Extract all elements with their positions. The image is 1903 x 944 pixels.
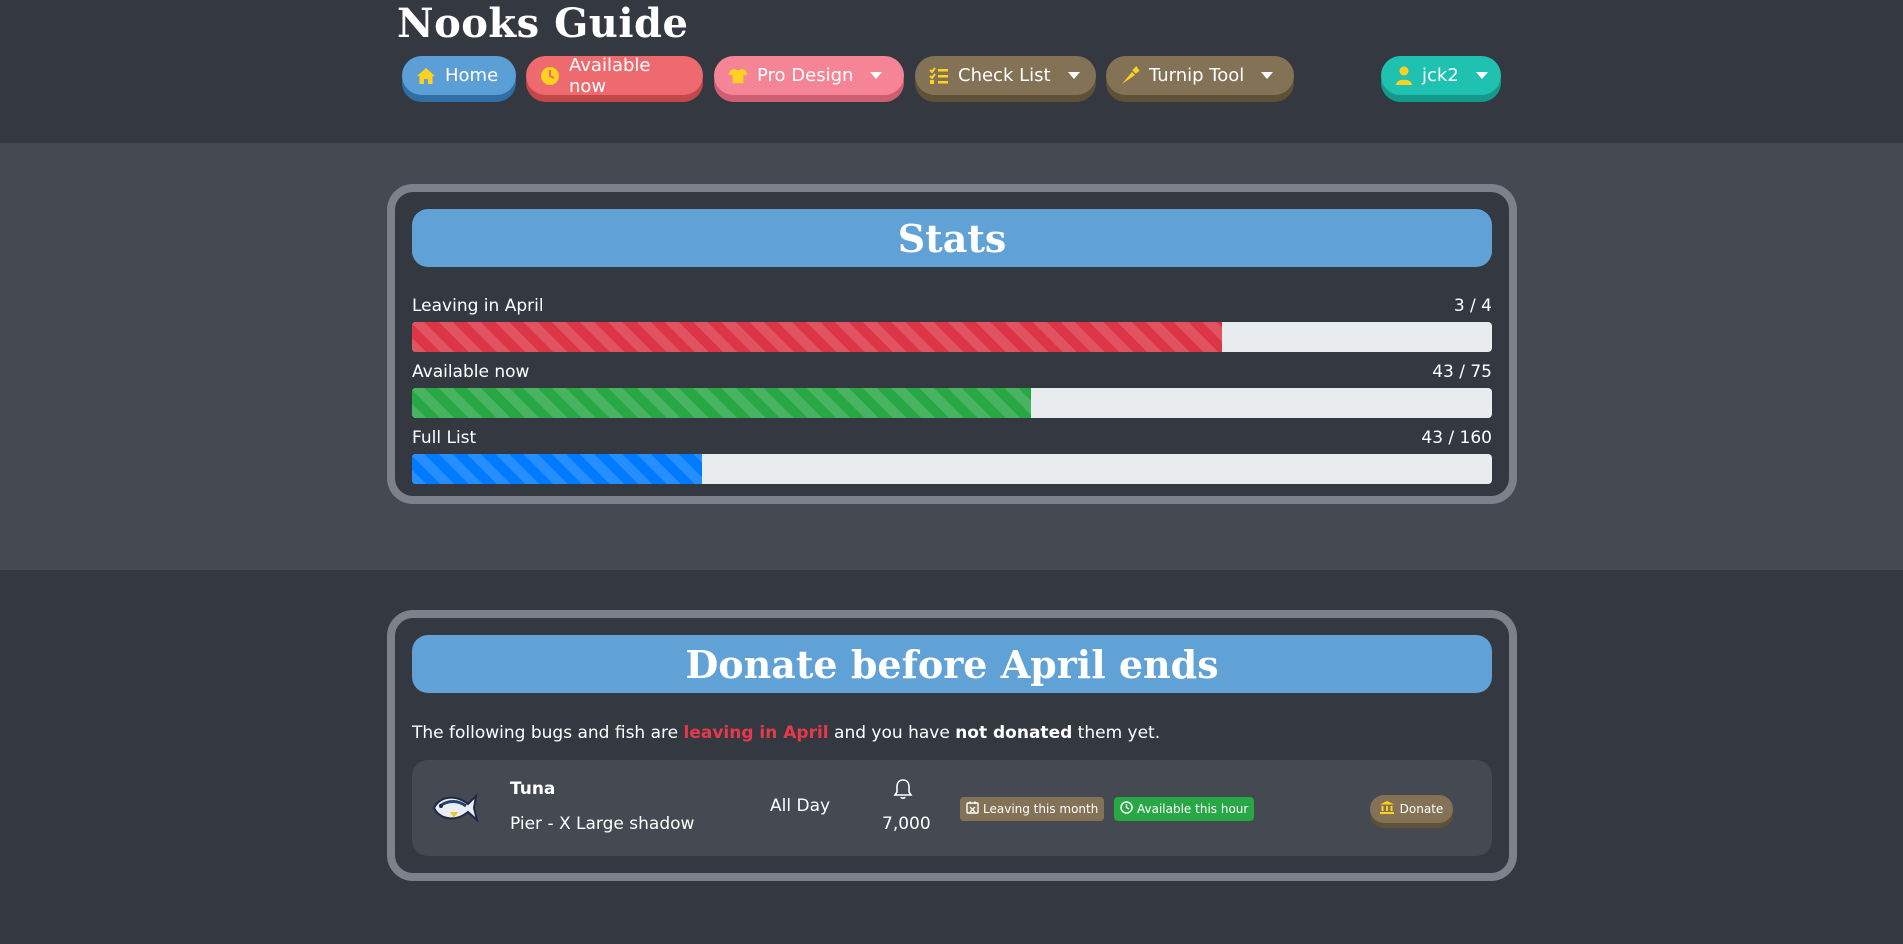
stats-title: Stats (412, 209, 1492, 267)
museum-icon (1379, 800, 1394, 818)
intro-highlight-not-donated: not donated (955, 723, 1073, 743)
nav-available-now-label: Available now (569, 54, 651, 97)
donate-button-label: Donate (1399, 802, 1444, 816)
chevron-down-icon (1067, 72, 1080, 79)
nav-check-list-dropdown[interactable]: Check List (915, 56, 1096, 95)
progress-bar-fill (412, 322, 1222, 352)
intro-text-part: them yet. (1072, 723, 1161, 743)
item-location: Pier - X Large shadow (510, 814, 695, 834)
nav-turnip-tool-dropdown[interactable]: Turnip Tool (1106, 56, 1294, 95)
chevron-down-icon (1475, 72, 1488, 79)
chevron-down-icon (870, 72, 883, 79)
user-menu-dropdown[interactable]: jck2 (1381, 56, 1501, 95)
intro-text-part: The following bugs and fish are (412, 723, 684, 743)
donate-panel: Donate before April ends The following b… (387, 610, 1517, 881)
home-icon (416, 67, 436, 85)
donate-intro-text: The following bugs and fish are leaving … (412, 723, 1160, 743)
intro-text-part: and you have (828, 723, 956, 743)
stats-panel: Stats Leaving in April 3 / 4 Available n… (387, 184, 1517, 504)
nav-pro-design-dropdown[interactable]: Pro Design (714, 56, 904, 95)
item-time: All Day (770, 796, 831, 816)
progress-bar-fill (412, 388, 1032, 418)
progress-bar (412, 454, 1492, 484)
progress-bar-fill (412, 454, 703, 484)
site-brand[interactable]: Nooks Guide (397, 0, 688, 47)
intro-highlight-leaving: leaving in April (683, 723, 829, 743)
item-price: 7,000 (882, 814, 931, 834)
carrot-icon (1120, 65, 1140, 86)
stat-count: 3 / 4 (1453, 296, 1492, 316)
user-icon (1395, 66, 1413, 86)
stat-label: Available now (412, 362, 530, 382)
nav-check-list-label: Check List (958, 65, 1051, 86)
item-name: Tuna (510, 779, 556, 799)
donate-button[interactable]: Donate (1370, 795, 1453, 823)
badge-label: Leaving this month (983, 802, 1099, 816)
chevron-down-icon (1261, 72, 1274, 79)
donate-title: Donate before April ends (412, 635, 1492, 693)
top-navbar: Nooks Guide Home Available now Pro Desig… (0, 0, 1903, 143)
progress-bar (412, 388, 1492, 418)
tuna-fish-icon (430, 782, 480, 832)
stat-label: Full List (412, 428, 477, 448)
nav-available-now-button[interactable]: Available now (526, 54, 703, 97)
stat-count: 43 / 160 (1421, 428, 1492, 448)
stat-count: 43 / 75 (1432, 362, 1492, 382)
nav-home-label: Home (445, 65, 499, 86)
badge-label: Available this hour (1137, 802, 1249, 816)
nav-pro-design-label: Pro Design (757, 65, 854, 86)
checklist-icon (929, 66, 949, 85)
clock-icon (540, 66, 560, 86)
nav-home-button[interactable]: Home (402, 56, 516, 95)
badge-available-this-hour: Available this hour (1114, 797, 1255, 821)
badge-leaving-this-month: Leaving this month (960, 797, 1105, 821)
clock-icon (1120, 801, 1133, 817)
bell-icon (892, 778, 914, 800)
stat-label: Leaving in April (412, 296, 544, 316)
user-name-label: jck2 (1422, 65, 1459, 86)
calendar-x-icon (966, 801, 979, 817)
progress-bar (412, 322, 1492, 352)
list-item: Tuna Pier - X Large shadow All Day 7,000… (412, 760, 1492, 856)
tshirt-icon (728, 67, 748, 85)
nav-turnip-tool-label: Turnip Tool (1149, 65, 1245, 86)
